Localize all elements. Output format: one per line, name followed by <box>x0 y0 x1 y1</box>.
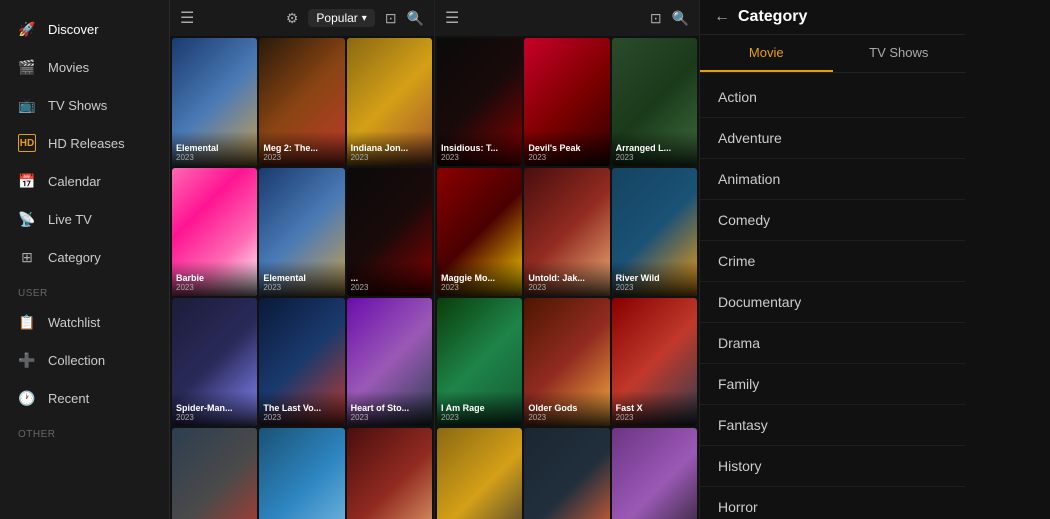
back-icon[interactable]: ← <box>714 8 730 26</box>
category-list-item[interactable]: Documentary <box>700 282 965 323</box>
panel1-header: ☰ ⚙ Popular ▾ ⊡ 🔍 <box>170 0 434 36</box>
movie-thumb[interactable]: Maggie Mo...2023 <box>437 168 522 296</box>
tab-movie[interactable]: Movie <box>700 35 833 72</box>
popular-dropdown[interactable]: Popular ▾ <box>308 9 374 27</box>
category-list-item[interactable]: Fantasy <box>700 405 965 446</box>
movie-thumb[interactable]: Elemental2023 <box>172 38 257 166</box>
category-list-item[interactable]: Horror <box>700 487 965 519</box>
sidebar-item-label: Discover <box>48 22 99 37</box>
movie-thumb[interactable]: Fast X2023 <box>612 298 697 426</box>
sidebar-item-tv-shows[interactable]: 📺 TV Shows <box>0 86 169 124</box>
watchlist-icon: 📋 <box>18 313 36 331</box>
movie-thumb[interactable]: The Final G...2023 <box>524 428 609 519</box>
movie-thumb[interactable]: The Last Vo...2023 <box>259 298 344 426</box>
sidebar-item-label: Live TV <box>48 212 92 227</box>
category-list-item[interactable]: Action <box>700 77 965 118</box>
category-list-item[interactable]: Crime <box>700 241 965 282</box>
movie-thumb[interactable]: Spider-Man...2023 <box>259 428 344 519</box>
sidebar-item-label: Calendar <box>48 174 101 189</box>
movie-thumb[interactable]: ...2023 <box>347 168 432 296</box>
collection-icon: ➕ <box>18 351 36 369</box>
sidebar-item-movies[interactable]: 🎬 Movies <box>0 48 169 86</box>
category-tabs: Movie TV Shows <box>700 35 965 73</box>
live-tv-icon: 📡 <box>18 210 36 228</box>
movie-thumb[interactable]: Arranged L...2023 <box>612 38 697 166</box>
tab-tv-shows[interactable]: TV Shows <box>833 35 966 72</box>
movie-thumb[interactable]: Meg 2: The...2023 <box>259 38 344 166</box>
sidebar-item-label: Movies <box>48 60 89 75</box>
main-content: ☰ ⚙ Popular ▾ ⊡ 🔍 Elemental2023Meg 2: Th… <box>170 0 1050 519</box>
discover-icon: 🚀 <box>18 20 36 38</box>
category-list-item[interactable]: Family <box>700 364 965 405</box>
sidebar-item-recent[interactable]: 🕐 Recent <box>0 379 169 417</box>
sidebar: 🚀 Discover 🎬 Movies 📺 TV Shows HD HD Rel… <box>0 0 170 519</box>
category-list-item[interactable]: Comedy <box>700 200 965 241</box>
category-list-header: ← Category <box>700 0 965 35</box>
calendar-icon: 📅 <box>18 172 36 190</box>
menu-icon-1[interactable]: ☰ <box>180 8 194 28</box>
movie-thumb[interactable]: Untold: Jak...2023 <box>347 428 432 519</box>
popular-label: Popular <box>316 11 357 25</box>
category-list-item[interactable]: Animation <box>700 159 965 200</box>
category-icon: ⊞ <box>18 248 36 266</box>
category-list: ActionAdventureAnimationComedyCrimeDocum… <box>700 73 965 519</box>
movie-thumb[interactable]: Indiana Jon...2023 <box>347 38 432 166</box>
sidebar-item-collection[interactable]: ➕ Collection <box>0 341 169 379</box>
panel1-movie-grid: Elemental2023Meg 2: The...2023Indiana Jo… <box>170 36 434 519</box>
tv-icon: 📺 <box>18 96 36 114</box>
sidebar-item-label: Category <box>48 250 101 265</box>
sidebar-item-label: TV Shows <box>48 98 107 113</box>
sidebar-item-label: Recent <box>48 391 89 406</box>
sidebar-item-hd-releases[interactable]: HD HD Releases <box>0 124 169 162</box>
chevron-icon: ▾ <box>362 13 367 24</box>
movies-icon: 🎬 <box>18 58 36 76</box>
movie-thumb[interactable]: Devil's Peak2023 <box>524 38 609 166</box>
sidebar-item-discover[interactable]: 🚀 Discover <box>0 10 169 48</box>
hd-icon: HD <box>18 134 36 152</box>
sidebar-item-calendar[interactable]: 📅 Calendar <box>0 162 169 200</box>
category-title: Category <box>738 8 807 26</box>
movie-thumb[interactable]: Transforme...2023 <box>172 428 257 519</box>
cast-icon-2[interactable]: ⊡ <box>650 10 662 27</box>
search-icon-2[interactable]: 🔍 <box>672 10 689 27</box>
sidebar-item-label: Collection <box>48 353 105 368</box>
movie-thumb[interactable]: I Am Rage2023 <box>437 298 522 426</box>
panel2-header-icons: ⊡ 🔍 <box>650 10 689 27</box>
movie-thumb[interactable]: Elemental2023 <box>259 168 344 296</box>
movie-thumb[interactable]: Barbie2023 <box>172 168 257 296</box>
category-list-item[interactable]: Drama <box>700 323 965 364</box>
movie-thumb[interactable]: Insidious: T...2023 <box>437 38 522 166</box>
movie-thumb[interactable]: Poisoned: T...2023 <box>612 428 697 519</box>
sidebar-item-category[interactable]: ⊞ Category <box>0 238 169 276</box>
movie-thumb[interactable]: Older Gods2023 <box>524 298 609 426</box>
user-section-label: User <box>0 276 169 303</box>
category-list-item[interactable]: Adventure <box>700 118 965 159</box>
panel2-header: ☰ ⊡ 🔍 <box>435 0 699 36</box>
movie-thumb[interactable]: American G...2023 <box>437 428 522 519</box>
sidebar-item-label: Watchlist <box>48 315 100 330</box>
other-section-label: Other <box>0 417 169 444</box>
sidebar-item-label: HD Releases <box>48 136 125 151</box>
filter-icon-1[interactable]: ⚙ <box>286 10 299 27</box>
movie-thumb[interactable]: Untold: Jak...2023 <box>524 168 609 296</box>
panel2-movie-grid: Insidious: T...2023Devil's Peak2023Arran… <box>435 36 699 519</box>
movie-thumb[interactable]: Spider-Man...2023 <box>172 298 257 426</box>
movie-thumb[interactable]: Heart of Sto...2023 <box>347 298 432 426</box>
search-icon-1[interactable]: 🔍 <box>407 10 424 27</box>
panel1-header-icons: ⚙ Popular ▾ ⊡ 🔍 <box>286 9 424 27</box>
category-list-panel: ← Category Movie TV Shows ActionAdventur… <box>700 0 965 519</box>
sidebar-item-live-tv[interactable]: 📡 Live TV <box>0 200 169 238</box>
sidebar-item-watchlist[interactable]: 📋 Watchlist <box>0 303 169 341</box>
movie-thumb[interactable]: River Wild2023 <box>612 168 697 296</box>
cast-icon-1[interactable]: ⊡ <box>385 10 397 27</box>
grid-panel-2: ☰ ⊡ 🔍 Insidious: T...2023Devil's Peak202… <box>435 0 700 519</box>
menu-icon-2[interactable]: ☰ <box>445 8 459 28</box>
category-list-item[interactable]: History <box>700 446 965 487</box>
grid-panel-1: ☰ ⚙ Popular ▾ ⊡ 🔍 Elemental2023Meg 2: Th… <box>170 0 435 519</box>
recent-icon: 🕐 <box>18 389 36 407</box>
